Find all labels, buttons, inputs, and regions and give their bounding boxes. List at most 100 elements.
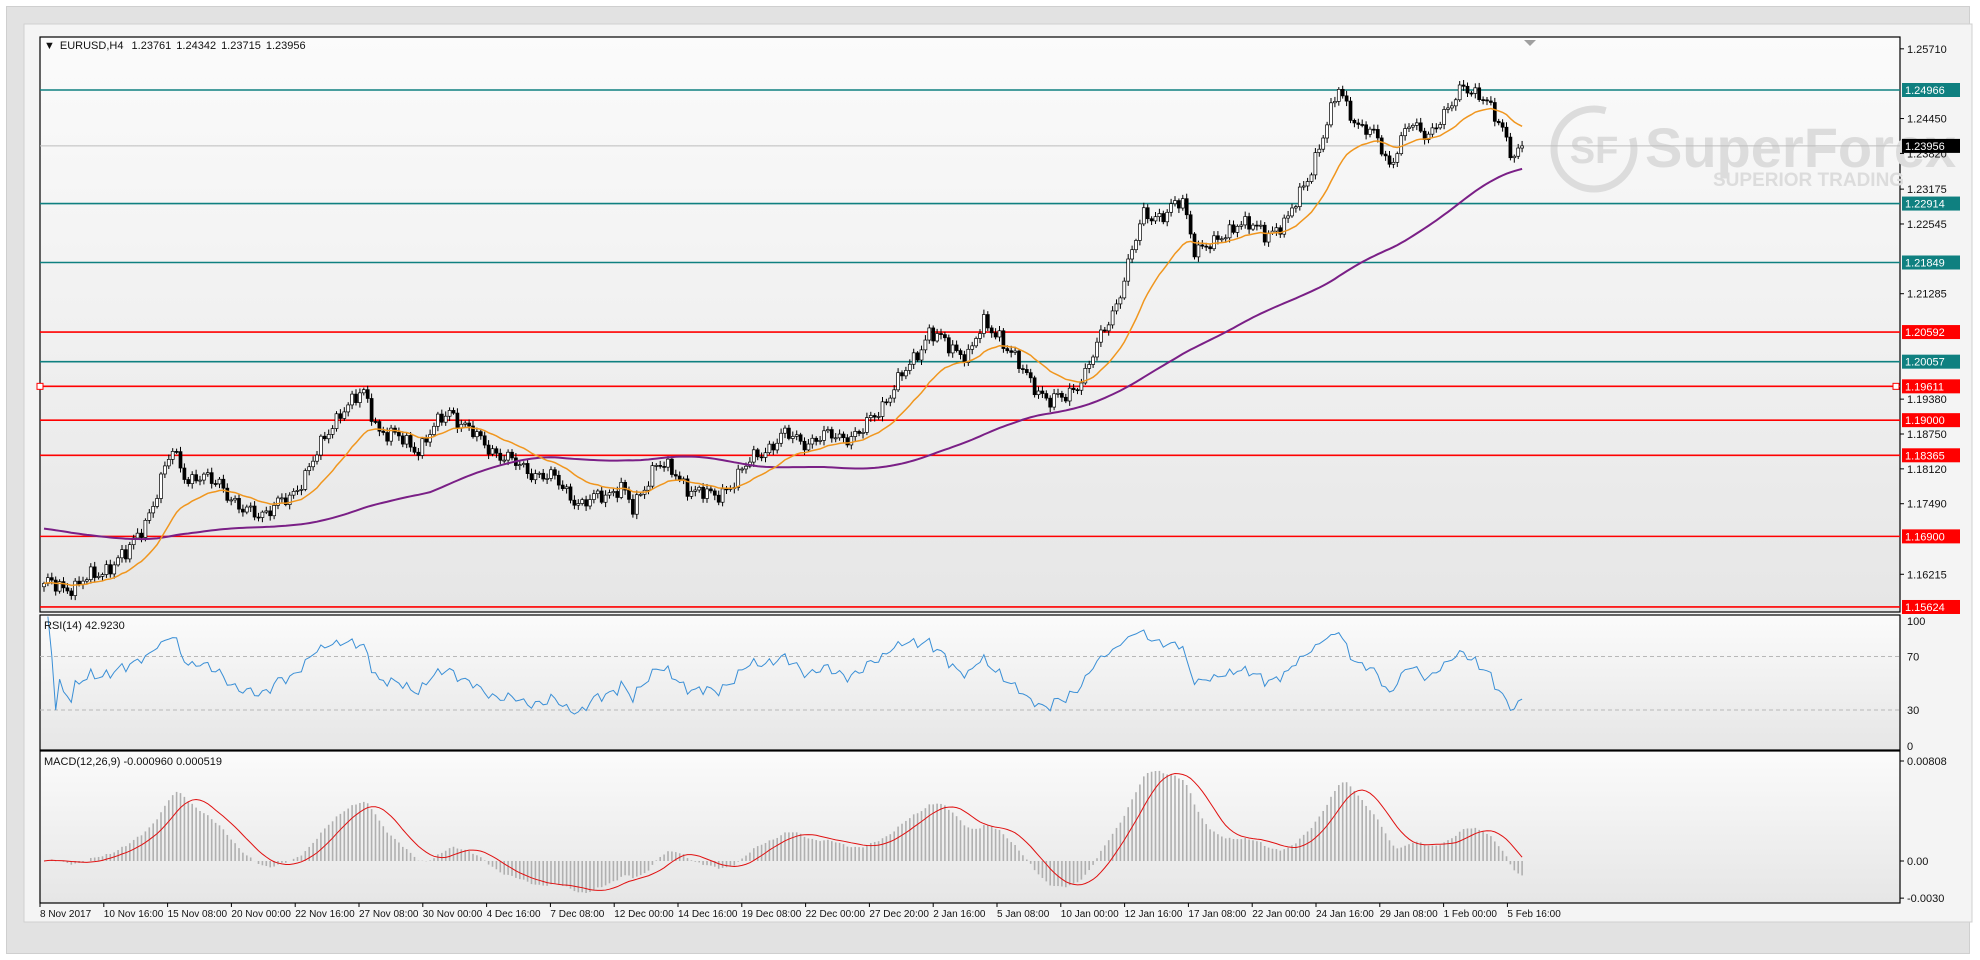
candle-body bbox=[1099, 329, 1103, 343]
time-tick-label: 1 Feb 00:00 bbox=[1444, 909, 1498, 920]
candle-body bbox=[568, 486, 573, 501]
candle-body bbox=[190, 474, 195, 485]
candle-body bbox=[697, 486, 702, 491]
candle-body bbox=[787, 427, 791, 439]
candle-body bbox=[322, 435, 327, 440]
candle-body bbox=[549, 469, 553, 479]
candle-body bbox=[525, 463, 530, 474]
candle-body bbox=[939, 333, 943, 335]
candle-body bbox=[829, 429, 834, 439]
candle-body bbox=[673, 474, 678, 477]
candle-body bbox=[1079, 382, 1084, 391]
high-value: 1.24342 bbox=[176, 40, 217, 52]
candle-body bbox=[217, 478, 222, 485]
candle-body bbox=[1122, 280, 1127, 299]
time-tick-label: 27 Nov 08:00 bbox=[359, 909, 419, 920]
candle-body bbox=[311, 460, 315, 468]
dropdown-triangle-icon[interactable]: ▼ bbox=[44, 40, 55, 52]
candle-body bbox=[595, 490, 600, 495]
candle-body bbox=[1219, 238, 1224, 241]
candle-body bbox=[1407, 126, 1411, 129]
candle-body bbox=[96, 575, 101, 578]
candle-body bbox=[1356, 122, 1361, 125]
level-price-label: 1.22914 bbox=[1905, 199, 1945, 211]
candle-body bbox=[354, 393, 358, 403]
candle-body bbox=[92, 566, 97, 578]
candle-body bbox=[950, 344, 955, 354]
candle-body bbox=[49, 577, 54, 581]
candle-body bbox=[1473, 87, 1478, 94]
candle bbox=[650, 461, 655, 490]
candle-body bbox=[814, 437, 819, 442]
candle-body bbox=[342, 411, 347, 419]
candle-body bbox=[607, 492, 612, 496]
candle-body bbox=[1231, 224, 1236, 233]
candle-body bbox=[256, 516, 261, 519]
candle-body bbox=[1403, 128, 1407, 137]
candle-body bbox=[225, 487, 230, 501]
candle-body bbox=[666, 458, 670, 468]
candle-body bbox=[915, 352, 920, 361]
level-handle[interactable] bbox=[1892, 382, 1900, 390]
candle-body bbox=[475, 431, 479, 438]
candle-body bbox=[904, 370, 908, 377]
candle-body bbox=[1075, 389, 1080, 392]
candle-body bbox=[1138, 223, 1142, 241]
candle-body bbox=[603, 494, 608, 503]
candle-body bbox=[1056, 392, 1060, 395]
candle-body bbox=[517, 464, 522, 467]
candle-body bbox=[1161, 213, 1166, 223]
candle-body bbox=[865, 417, 869, 433]
candle-body bbox=[822, 430, 826, 441]
chart-canvas[interactable]: SF SuperForexSUPERIOR TRADING1.257101.244… bbox=[0, 0, 1980, 960]
candle-body bbox=[1485, 99, 1489, 102]
rsi-axis-label: 0 bbox=[1907, 741, 1913, 753]
level-price-label: 1.19611 bbox=[1905, 381, 1944, 393]
candle-body bbox=[1005, 348, 1010, 352]
candle-body bbox=[1364, 124, 1368, 135]
candle bbox=[568, 483, 573, 504]
candle-body bbox=[182, 467, 187, 480]
candle bbox=[420, 436, 425, 459]
time-tick-label: 4 Dec 16:00 bbox=[487, 909, 541, 920]
level-handle[interactable] bbox=[36, 382, 44, 390]
candle-body bbox=[260, 511, 265, 518]
price-tick-label: 1.18120 bbox=[1907, 464, 1947, 476]
candle-body bbox=[1024, 369, 1029, 374]
time-tick-label: 17 Jan 08:00 bbox=[1188, 909, 1246, 920]
candle-body bbox=[1255, 224, 1259, 227]
candle-body bbox=[202, 473, 206, 481]
candle-body bbox=[334, 413, 339, 429]
candle-body bbox=[1457, 84, 1462, 101]
candle bbox=[1508, 132, 1513, 161]
candle-body bbox=[280, 497, 284, 500]
candle-body bbox=[907, 363, 912, 371]
time-tick-label: 22 Dec 00:00 bbox=[806, 909, 866, 920]
candle-body bbox=[970, 345, 975, 350]
time-tick-label: 12 Jan 16:00 bbox=[1125, 909, 1183, 920]
candle-body bbox=[802, 440, 807, 451]
candle-body bbox=[529, 473, 534, 481]
candle-body bbox=[818, 440, 822, 442]
price-tick-label: 1.25710 bbox=[1907, 44, 1947, 56]
close-value: 1.23956 bbox=[265, 40, 306, 52]
candle-body bbox=[178, 451, 183, 469]
candle-body bbox=[1048, 397, 1053, 408]
candle-body bbox=[252, 505, 257, 518]
candle-body bbox=[385, 432, 390, 442]
candle-body bbox=[709, 488, 713, 492]
candle-body bbox=[61, 581, 66, 589]
candle-body bbox=[646, 485, 651, 491]
candle-body bbox=[798, 434, 803, 442]
candle bbox=[915, 351, 920, 363]
time-tick-label: 10 Jan 00:00 bbox=[1061, 909, 1119, 920]
candle-body bbox=[943, 334, 947, 339]
candle-body bbox=[1317, 148, 1322, 153]
candle-body bbox=[1118, 297, 1123, 305]
low-value: 1.23715 bbox=[221, 40, 261, 52]
candle-body bbox=[857, 431, 861, 434]
candle-body bbox=[1438, 124, 1443, 129]
candle-body bbox=[502, 459, 507, 462]
candle-body bbox=[432, 425, 436, 435]
macd-axis-label: 0.00 bbox=[1907, 856, 1928, 868]
